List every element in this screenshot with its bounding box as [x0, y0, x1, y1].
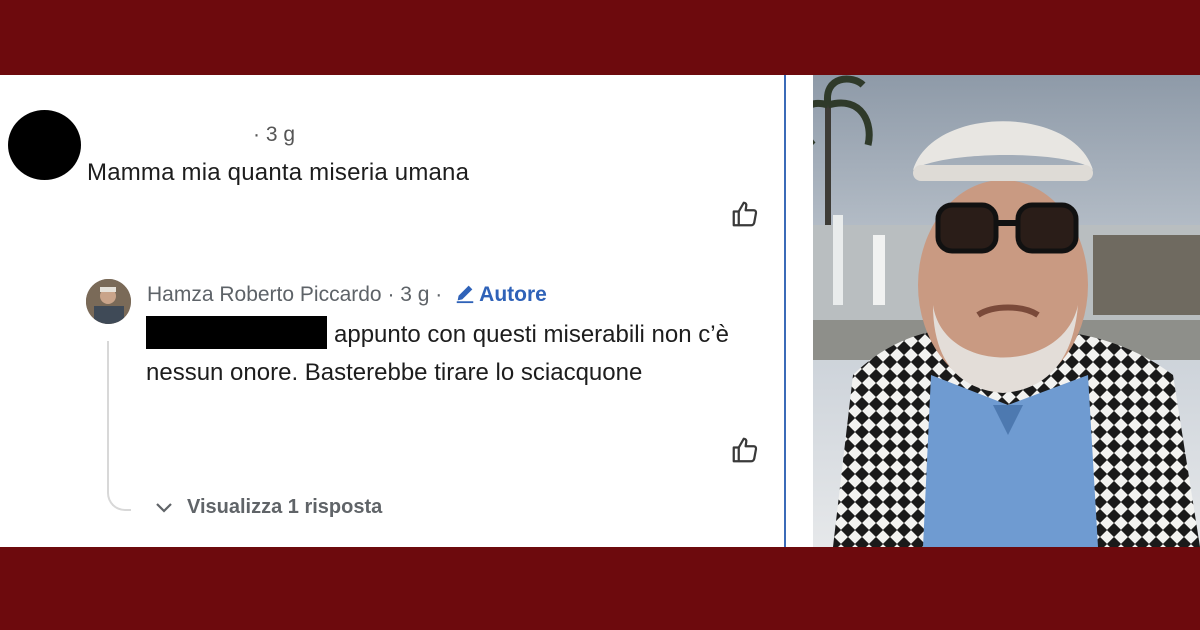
author-badge: Autore: [454, 283, 547, 306]
comment-screenshot: · 3 g Mamma mia quanta miseria umana Ham…: [0, 75, 786, 547]
comment-text: Mamma mia quanta miseria umana: [87, 159, 470, 186]
author-name[interactable]: Hamza Roberto Piccardo: [147, 283, 382, 306]
redacted-avatar: [8, 110, 81, 180]
frame-bottom: [0, 547, 1200, 630]
reply-timestamp: · 3 g ·: [387, 283, 443, 306]
thread-line: [107, 341, 131, 511]
frame-top: [0, 0, 1200, 75]
reply-header: Hamza Roberto Piccardo · 3 g · Autore: [147, 282, 547, 307]
author-badge-label: Autore: [479, 283, 547, 306]
comment-timestamp: · 3 g: [253, 123, 296, 146]
chevron-down-icon: [156, 502, 172, 513]
view-replies-label: Visualizza 1 risposta: [187, 496, 383, 518]
view-replies-button[interactable]: Visualizza 1 risposta: [155, 496, 382, 519]
redacted-mention: [146, 316, 327, 349]
portrait-photo: [813, 75, 1200, 547]
author-avatar[interactable]: [86, 279, 131, 324]
thumbs-up-icon[interactable]: [730, 435, 760, 465]
pencil-icon: [456, 285, 474, 304]
panel-gap: [786, 75, 813, 547]
thumbs-up-icon[interactable]: [730, 199, 760, 229]
